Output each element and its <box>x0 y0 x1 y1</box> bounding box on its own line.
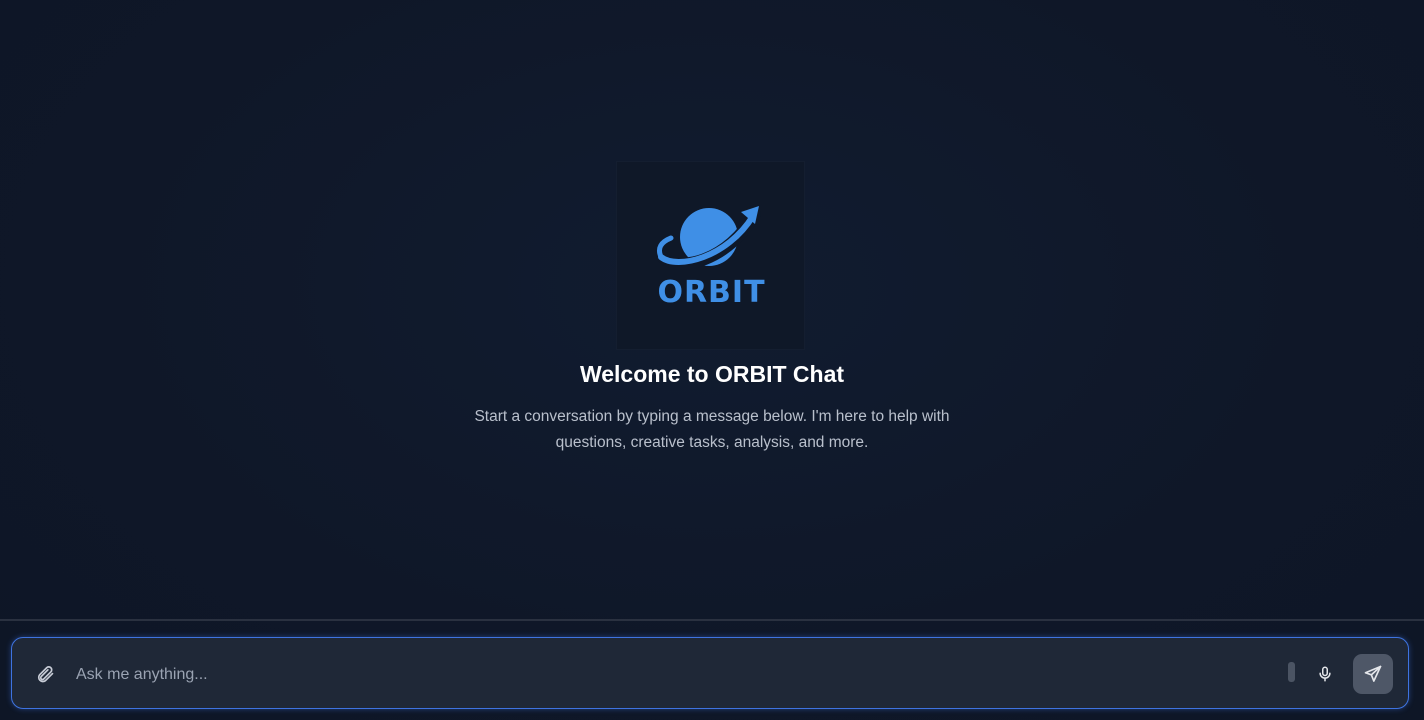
app-root: ORBIT Welcome to ORBIT Chat Start a conv… <box>0 0 1424 720</box>
input-resize-handle[interactable] <box>1288 662 1295 682</box>
composer-divider <box>0 619 1424 621</box>
send-icon <box>1364 665 1382 682</box>
message-composer <box>11 637 1409 709</box>
welcome-title: Welcome to ORBIT Chat <box>579 361 845 387</box>
paperclip-icon <box>37 666 54 683</box>
logo-wordmark: ORBIT <box>657 275 766 310</box>
orbit-logo: ORBIT <box>616 161 805 350</box>
message-input[interactable] <box>74 658 1278 692</box>
welcome-screen: ORBIT Welcome to ORBIT Chat Start a conv… <box>0 0 1424 620</box>
microphone-icon <box>1319 666 1331 682</box>
attach-button[interactable] <box>32 661 58 687</box>
welcome-subtitle: Start a conversation by typing a message… <box>474 408 950 451</box>
send-button[interactable] <box>1353 654 1393 694</box>
microphone-button[interactable] <box>1312 661 1338 687</box>
planet-orbit-icon <box>655 206 761 270</box>
